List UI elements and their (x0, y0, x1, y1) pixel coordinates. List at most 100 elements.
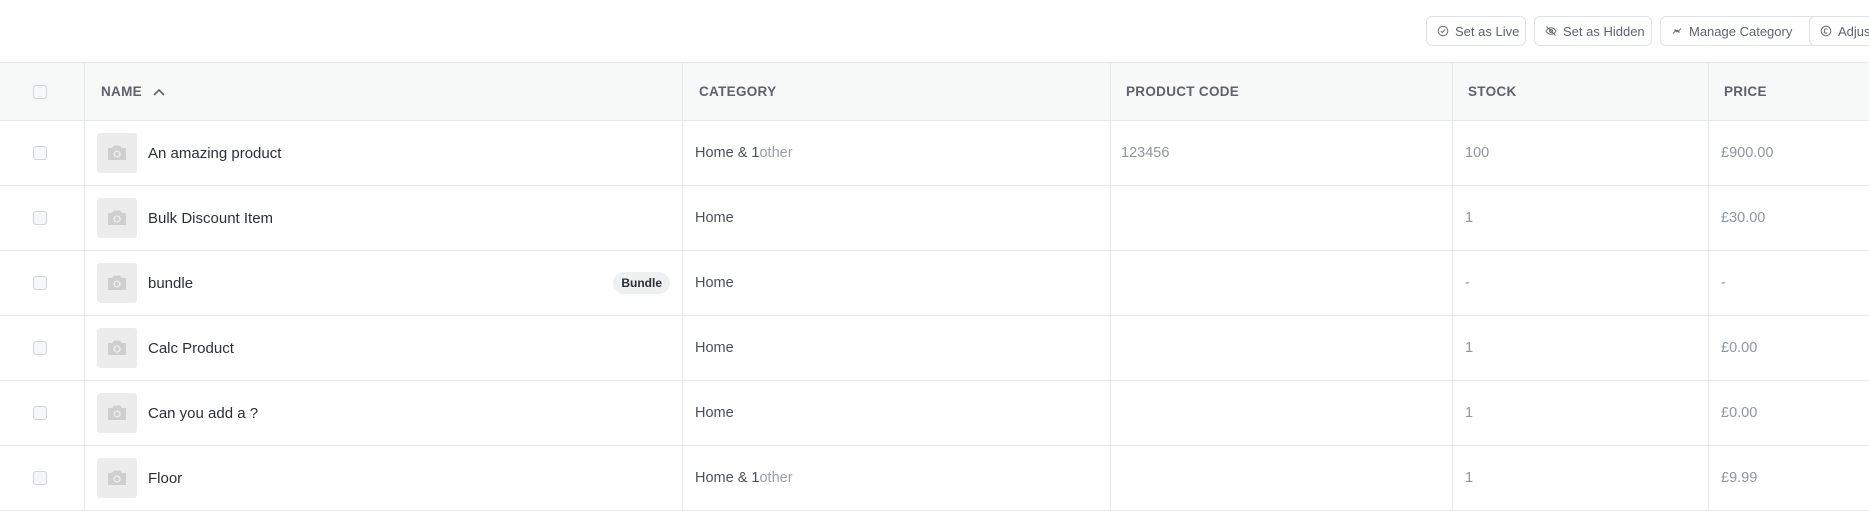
price-value: £30.00 (1721, 210, 1766, 226)
product-code: 123456 (1121, 145, 1170, 161)
stock-cell: - (1453, 251, 1709, 315)
header-select-cell (0, 63, 85, 120)
table-row[interactable]: bundle Bundle Home - - (0, 251, 1869, 316)
product-name[interactable]: Calc Product (148, 340, 234, 357)
price-cell: £0.00 (1709, 316, 1869, 380)
column-header-price[interactable]: PRICE (1709, 63, 1869, 120)
stock-cell: 1 (1453, 381, 1709, 445)
chevron-up-icon[interactable] (152, 87, 166, 97)
swap-arrows-icon (1671, 25, 1683, 37)
row-select-cell (0, 121, 85, 185)
row-select-cell (0, 381, 85, 445)
category-cell: Home (683, 186, 1111, 250)
row-checkbox[interactable] (33, 146, 47, 160)
product-code-cell (1111, 186, 1453, 250)
row-select-cell (0, 251, 85, 315)
row-select-cell (0, 446, 85, 510)
category-cell: Home (683, 381, 1111, 445)
column-header-stock[interactable]: STOCK (1453, 63, 1709, 120)
column-header-product-code-label: PRODUCT CODE (1126, 84, 1240, 99)
camera-icon (97, 263, 137, 303)
set-as-hidden-label: Set as Hidden (1563, 23, 1645, 39)
table-row[interactable]: An amazing product Home & 1 other 123456… (0, 121, 1869, 186)
column-header-category[interactable]: CATEGORY (683, 63, 1111, 120)
price-value: £9.99 (1721, 470, 1758, 486)
product-name-cell[interactable]: Calc Product (85, 316, 683, 380)
set-as-live-label: Set as Live (1455, 23, 1520, 39)
camera-icon (97, 133, 137, 173)
product-name-cell[interactable]: Bulk Discount Item (85, 186, 683, 250)
category-extra: other (759, 145, 793, 161)
manage-category-button[interactable]: Manage Category (1660, 16, 1832, 46)
column-header-price-label: PRICE (1724, 84, 1767, 99)
stock-cell: 1 (1453, 316, 1709, 380)
category-cell: Home (683, 251, 1111, 315)
category-cell: Home (683, 316, 1111, 380)
price-value: £900.00 (1721, 145, 1774, 161)
column-header-category-label: CATEGORY (699, 84, 777, 99)
column-header-stock-label: STOCK (1468, 84, 1517, 99)
category-primary: Home & 1 (695, 470, 760, 486)
currency-circle-icon (1820, 25, 1832, 37)
camera-icon (97, 458, 137, 498)
bundle-badge: Bundle (613, 272, 670, 294)
column-header-name[interactable]: NAME (85, 63, 683, 120)
table-row[interactable]: Can you add a ? Home 1 £0.00 (0, 381, 1869, 446)
bulk-actions-toolbar: Set as Live Set as Hidden Manage Categor… (0, 0, 1869, 62)
product-name-cell[interactable]: An amazing product (85, 121, 683, 185)
price-value: £0.00 (1721, 405, 1758, 421)
product-name-cell[interactable]: Floor (85, 446, 683, 510)
product-code-cell (1111, 251, 1453, 315)
row-checkbox[interactable] (33, 276, 47, 290)
stock-value: - (1465, 275, 1470, 291)
price-cell: £9.99 (1709, 446, 1869, 510)
product-code-cell (1111, 381, 1453, 445)
price-cell: £0.00 (1709, 381, 1869, 445)
check-circle-icon (1437, 25, 1449, 37)
category-primary: Home (695, 340, 734, 356)
price-cell: £30.00 (1709, 186, 1869, 250)
category-extra: other (759, 470, 793, 486)
row-checkbox[interactable] (33, 406, 47, 420)
column-header-product-code[interactable]: PRODUCT CODE (1111, 63, 1453, 120)
adjust-button[interactable]: Adjus (1809, 16, 1869, 46)
stock-cell: 1 (1453, 186, 1709, 250)
stock-cell: 100 (1453, 121, 1709, 185)
price-value: £0.00 (1721, 340, 1758, 356)
stock-value: 1 (1465, 405, 1474, 421)
table-row[interactable]: Floor Home & 1 other 1 £9.99 (0, 446, 1869, 511)
category-primary: Home (695, 210, 734, 226)
row-checkbox[interactable] (33, 341, 47, 355)
camera-icon (97, 393, 137, 433)
product-name[interactable]: Bulk Discount Item (148, 210, 273, 227)
table-row[interactable]: Calc Product Home 1 £0.00 (0, 316, 1869, 381)
table-row[interactable]: Bulk Discount Item Home 1 £30.00 (0, 186, 1869, 251)
category-cell: Home & 1 other (683, 121, 1111, 185)
stock-value: 1 (1465, 470, 1474, 486)
camera-icon (97, 198, 137, 238)
row-select-cell (0, 316, 85, 380)
set-as-live-button[interactable]: Set as Live (1426, 16, 1526, 46)
stock-value: 1 (1465, 210, 1474, 226)
product-code-cell (1111, 316, 1453, 380)
row-checkbox[interactable] (33, 471, 47, 485)
camera-icon (97, 328, 137, 368)
product-name[interactable]: bundle (148, 275, 193, 292)
product-name-cell[interactable]: bundle Bundle (85, 251, 683, 315)
row-checkbox[interactable] (33, 211, 47, 225)
table-header-row: NAME CATEGORY PRODUCT CODE STOCK PRICE (0, 63, 1869, 121)
products-table: NAME CATEGORY PRODUCT CODE STOCK PRICE A… (0, 62, 1869, 511)
adjust-label: Adjus (1838, 23, 1869, 39)
select-all-checkbox[interactable] (33, 84, 47, 99)
set-as-hidden-button[interactable]: Set as Hidden (1534, 16, 1652, 46)
stock-value: 1 (1465, 340, 1474, 356)
category-primary: Home & 1 (695, 145, 760, 161)
product-name-cell[interactable]: Can you add a ? (85, 381, 683, 445)
product-name[interactable]: Floor (148, 470, 182, 487)
product-name[interactable]: An amazing product (148, 145, 281, 162)
product-name[interactable]: Can you add a ? (148, 405, 258, 422)
row-select-cell (0, 186, 85, 250)
stock-cell: 1 (1453, 446, 1709, 510)
price-cell: £900.00 (1709, 121, 1869, 185)
category-cell: Home & 1 other (683, 446, 1111, 510)
